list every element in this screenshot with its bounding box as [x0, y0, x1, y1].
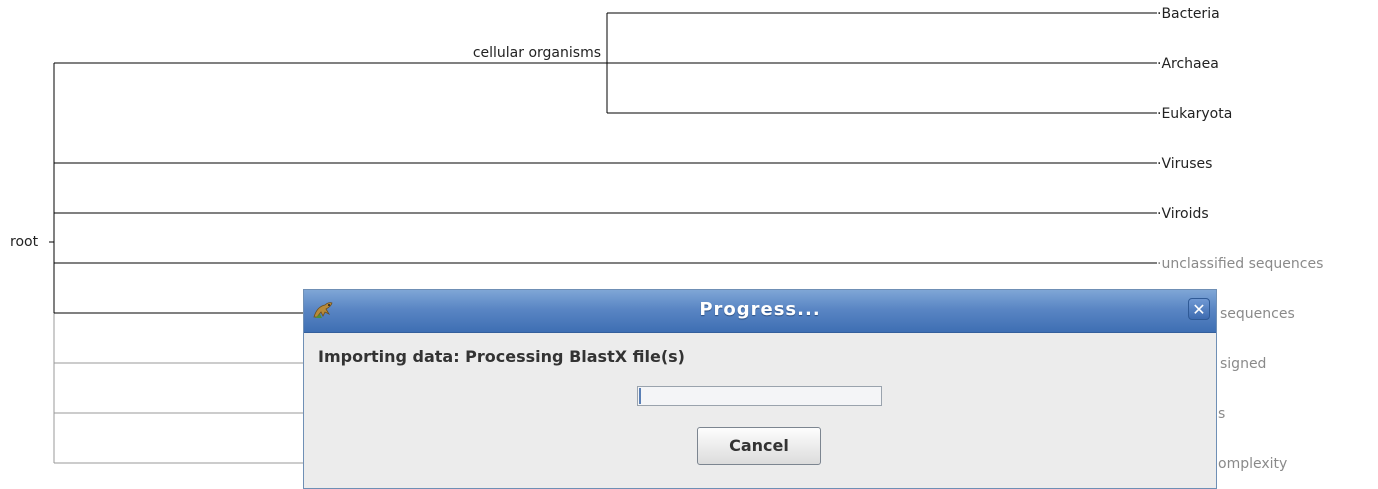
progress-bar-fill [639, 388, 641, 404]
leaf-label: sequences [1220, 306, 1295, 322]
progress-bar [637, 386, 882, 406]
root-label: root [10, 234, 39, 250]
leaf-label: ·Archaea [1157, 56, 1219, 72]
leaf-label: s [1218, 406, 1225, 422]
close-icon[interactable]: ✕ [1188, 298, 1210, 320]
leaf-label: omplexity [1218, 456, 1287, 472]
dialog-title: Progress... [699, 299, 821, 320]
leaf-label: ·unclassified sequences [1157, 256, 1323, 272]
leaf-label: ·Viruses [1157, 156, 1212, 172]
cancel-button[interactable]: Cancel [697, 427, 821, 465]
progress-message: Importing data: Processing BlastX file(s… [318, 347, 685, 366]
progress-dialog: Progress... ✕ Importing data: Processing… [303, 289, 1217, 489]
dialog-titlebar[interactable]: Progress... ✕ [304, 290, 1216, 333]
leaf-label: signed [1220, 356, 1266, 372]
leaf-label: ·Bacteria [1157, 6, 1220, 22]
cellular-organisms-label: cellular organisms [473, 45, 601, 61]
leaf-label: ·Eukaryota [1157, 106, 1232, 122]
leaf-label: ·Viroids [1157, 206, 1209, 222]
